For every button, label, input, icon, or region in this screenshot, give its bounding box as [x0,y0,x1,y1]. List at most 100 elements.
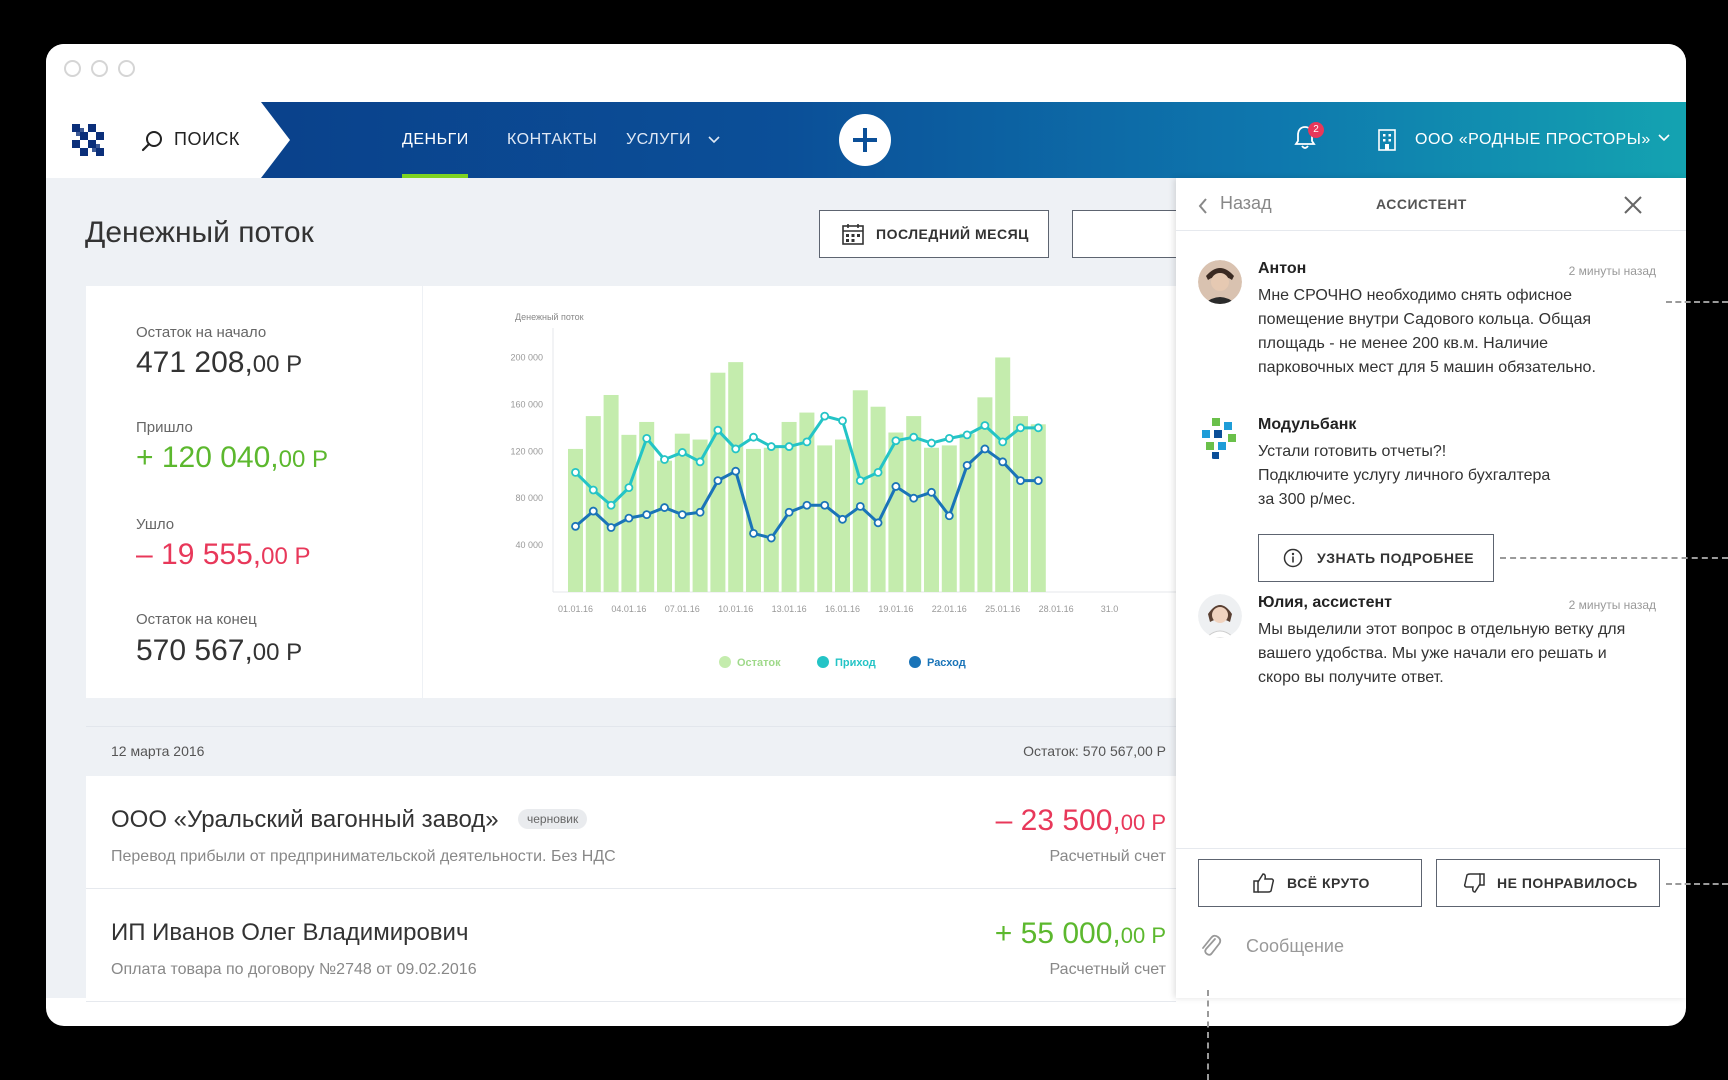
period-button[interactable]: ПОСЛЕДНИЙ МЕСЯЦ [819,210,1049,258]
close-icon[interactable] [1624,196,1642,214]
legend-label: Расход [927,657,966,669]
x-tick-label: 19.01.16 [878,604,913,614]
draft-badge: черновик [518,809,588,829]
transaction-row[interactable]: ИП Иванов Олег Владимирович Оплата товар… [86,889,1176,1002]
chart-bar [1013,416,1028,592]
data-point [749,432,758,442]
avatar [1198,594,1242,638]
window-titlebar [46,44,1686,102]
y-tick-label: 160 000 [510,399,543,409]
data-point [891,436,901,446]
data-point [784,507,794,517]
data-point [606,500,616,510]
data-point [998,457,1008,467]
window-close-dot[interactable] [64,60,81,77]
dislike-label: НЕ ПОНРАВИЛОСЬ [1497,875,1638,891]
message-text: Мне СРОЧНО необходимо снять офисное поме… [1258,287,1596,376]
data-point [695,457,705,467]
data-point [571,521,580,531]
nav-money[interactable]: ДЕНЬГИ [402,131,469,149]
annotation-connector [1666,883,1728,885]
thumbs-up-icon [1253,873,1275,893]
notification-badge: 2 [1308,122,1324,138]
data-point [677,510,687,520]
assistant-title: АССИСТЕНТ [1376,196,1467,212]
chevron-down-icon[interactable] [1658,134,1670,142]
x-tick-label: 13.01.16 [772,604,807,614]
data-point [624,483,634,493]
data-point [606,523,616,532]
chevron-down-icon[interactable] [708,136,720,144]
back-button[interactable]: Назад [1220,193,1272,214]
message-author: Модульбанк [1258,416,1357,433]
x-tick-label: 01.01.16 [558,604,593,614]
dislike-button[interactable]: НЕ ПОНРАВИЛОСЬ [1436,859,1660,907]
data-point [695,507,705,517]
period-button-label: ПОСЛЕДНИЙ МЕСЯЦ [876,226,1029,242]
chart-bar [817,445,833,592]
message-time: 2 минуты назад [1568,598,1656,612]
y-tick-label: 200 000 [510,352,543,362]
search-label[interactable]: ПОИСК [174,129,240,150]
learn-more-button[interactable]: УЗНАТЬ ПОДРОБНЕЕ [1258,534,1494,582]
chart-bar [995,357,1011,592]
nav-contacts[interactable]: КОНТАКТЫ [507,131,597,149]
transaction-row[interactable]: ООО «Уральский вагонный завод» черновик … [86,776,1176,889]
nav-services[interactable]: УСЛУГИ [626,131,691,149]
data-point [891,482,901,491]
data-point [802,437,812,447]
data-point [749,528,758,538]
message-author: Юлия, ассистент [1258,594,1392,611]
message-input[interactable] [1244,928,1648,964]
x-tick-label: 04.01.16 [611,604,646,614]
paperclip-icon[interactable] [1198,932,1222,958]
x-tick-label: 28.01.16 [1039,604,1074,614]
data-point [927,438,936,448]
transaction-name: ООО «Уральский вагонный завод» [111,806,499,833]
chart-bar [870,406,886,592]
message-author: Антон [1258,260,1307,277]
chart-bar [1030,424,1046,592]
secondary-filter-button[interactable] [1072,210,1192,258]
start-balance-label: Остаток на начало [136,324,267,341]
building-icon [1378,129,1396,151]
chart-bar [728,362,744,592]
message-text: Устали готовить отчеты?! Подключите услу… [1258,443,1551,508]
panel-divider [1176,848,1686,849]
search-icon[interactable] [140,129,164,153]
end-balance-label: Остаток на конец [136,611,257,628]
data-point [660,503,669,512]
company-name[interactable]: ООО «РОДНЫЕ ПРОСТОРЫ» [1415,131,1651,149]
legend-label: Остаток [737,657,781,669]
x-tick-label: 25.01.16 [985,604,1020,614]
chart-bar [621,434,637,592]
data-point [980,444,990,454]
data-point [980,421,990,430]
data-point [571,467,580,477]
info-icon [1283,548,1303,568]
transaction-account: Расчетный счет [1049,848,1166,865]
search-area[interactable]: ПОИСК [46,102,290,178]
thumbs-down-icon [1463,873,1485,893]
calendar-icon [842,224,864,245]
window-minimize-dot[interactable] [91,60,108,77]
chevron-left-icon[interactable] [1198,198,1208,214]
like-label: ВСЁ КРУТО [1287,875,1370,891]
y-tick-label: 120 000 [510,446,543,456]
data-point [642,433,652,443]
bank-logo-icon[interactable] [72,124,104,156]
income-value: + 120 040,00 Р [136,441,329,474]
cashflow-chart: Денежный поток 40 000 80 000 120 000 160 00… [510,312,1176,669]
chart-bar [959,433,975,592]
like-button[interactable]: ВСЁ КРУТО [1198,859,1422,907]
window-maximize-dot[interactable] [118,60,135,77]
data-point [677,448,687,457]
data-point [802,500,812,510]
transaction-description: Перевод прибыли от предпринимательской д… [111,848,616,865]
bank-logo-icon [1202,418,1236,459]
transaction-description: Оплата товара по договору №2748 от 09.02… [111,961,477,978]
transaction-amount: – 23 500,00 Р [995,804,1166,837]
add-button[interactable] [839,114,891,166]
income-label: Пришло [136,419,193,436]
data-point [1033,476,1043,485]
